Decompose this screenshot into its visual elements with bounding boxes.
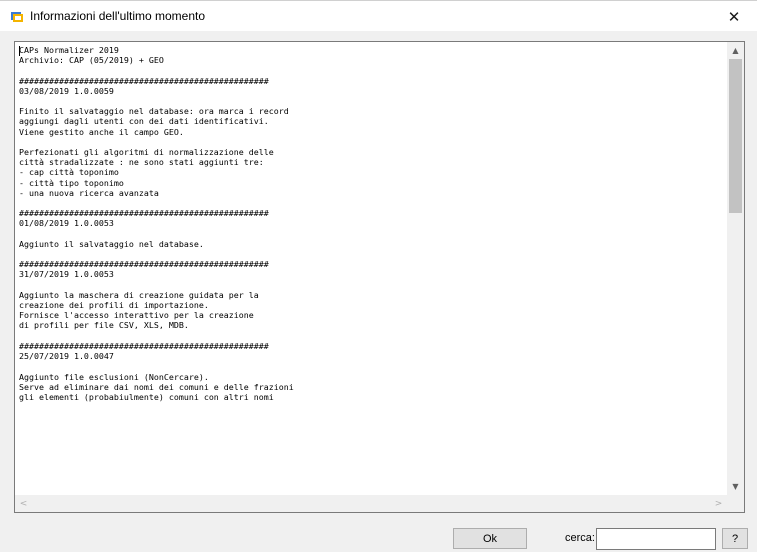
ok-button[interactable]: Ok xyxy=(453,528,527,549)
release-notes-line: ########################################… xyxy=(19,208,269,219)
release-notes-line xyxy=(19,361,729,371)
scroll-left-icon[interactable]: < xyxy=(15,495,32,512)
release-notes-line xyxy=(19,198,729,208)
release-notes-line: - cap città toponimo xyxy=(19,167,119,178)
close-icon: ✕ xyxy=(727,7,741,26)
release-notes-line: ########################################… xyxy=(19,340,269,351)
release-notes-line xyxy=(19,65,729,75)
scroll-up-icon[interactable]: ▲ xyxy=(727,42,744,59)
release-notes-line: Viene gestito anche il campo GEO. xyxy=(19,126,184,137)
release-notes-line xyxy=(19,249,729,259)
help-button[interactable]: ? xyxy=(722,528,748,549)
search-label: cerca: xyxy=(565,532,595,544)
release-notes-line: 03/08/2019 1.0.0059 xyxy=(19,85,114,96)
horizontal-scrollbar[interactable]: < > xyxy=(15,495,727,512)
release-notes-line: città stradalizzate : ne sono stati aggi… xyxy=(19,157,264,168)
release-notes-line xyxy=(19,137,729,147)
scroll-right-icon[interactable]: > xyxy=(710,495,727,512)
search-input[interactable] xyxy=(596,528,716,550)
release-notes-line: CAPs Normalizer 2019 xyxy=(19,45,119,55)
release-notes-line xyxy=(19,229,729,239)
scrollbar-corner xyxy=(727,495,744,512)
app-icon xyxy=(11,12,23,22)
release-notes-line: - città tipo toponimo xyxy=(19,177,124,188)
text-caret xyxy=(19,46,20,56)
release-notes-line: Perfezionati gli algoritmi di normalizza… xyxy=(19,147,274,158)
release-notes-line: - una nuova ricerca avanzata xyxy=(19,187,159,198)
close-button[interactable]: ✕ xyxy=(711,1,757,32)
title-bar: Informazioni dell'ultimo momento ✕ xyxy=(0,0,757,31)
release-notes-line xyxy=(19,96,729,106)
release-notes-line: di profili per file CSV, XLS, MDB. xyxy=(19,320,189,331)
release-notes-line: Archivio: CAP (05/2019) + GEO xyxy=(19,55,164,66)
release-notes-line: creazione dei profili di importazione. xyxy=(19,300,209,311)
release-notes-line: 01/08/2019 1.0.0053 xyxy=(19,218,114,229)
vertical-scrollbar[interactable]: ▲ ▼ xyxy=(727,42,744,495)
release-notes-line: Aggiunto la maschera di creazione guidat… xyxy=(19,289,259,300)
release-notes-line: ########################################… xyxy=(19,259,269,270)
release-notes-text[interactable]: CAPs Normalizer 2019 Archivio: CAP (05/20… xyxy=(19,45,729,497)
release-notes-line: gli elementi (probabiulmente) comuni con… xyxy=(19,391,274,402)
release-notes-line: Fornisce l'accesso interattivo per la cr… xyxy=(19,310,254,321)
vertical-scroll-thumb[interactable] xyxy=(729,59,742,213)
release-notes-line: Serve ad eliminare dai nomi dei comuni e… xyxy=(19,381,294,392)
release-notes-textbox[interactable]: CAPs Normalizer 2019 Archivio: CAP (05/20… xyxy=(14,41,745,513)
release-notes-line: Aggiunto il salvataggio nel database. xyxy=(19,238,204,249)
scroll-down-icon[interactable]: ▼ xyxy=(727,478,744,495)
release-notes-line xyxy=(19,280,729,290)
window-title: Informazioni dell'ultimo momento xyxy=(30,9,206,23)
release-notes-line: 25/07/2019 1.0.0047 xyxy=(19,351,114,362)
release-notes-line: Aggiunto file esclusioni (NonCercare). xyxy=(19,371,209,382)
release-notes-line xyxy=(19,331,729,341)
release-notes-line: ########################################… xyxy=(19,75,269,86)
release-notes-line: aggiungi dagli utenti con dei dati ident… xyxy=(19,116,269,127)
release-notes-line: Finito il salvataggio nel database: ora … xyxy=(19,106,289,117)
dialog-body: CAPs Normalizer 2019 Archivio: CAP (05/20… xyxy=(0,31,757,552)
release-notes-line: 31/07/2019 1.0.0053 xyxy=(19,269,114,280)
